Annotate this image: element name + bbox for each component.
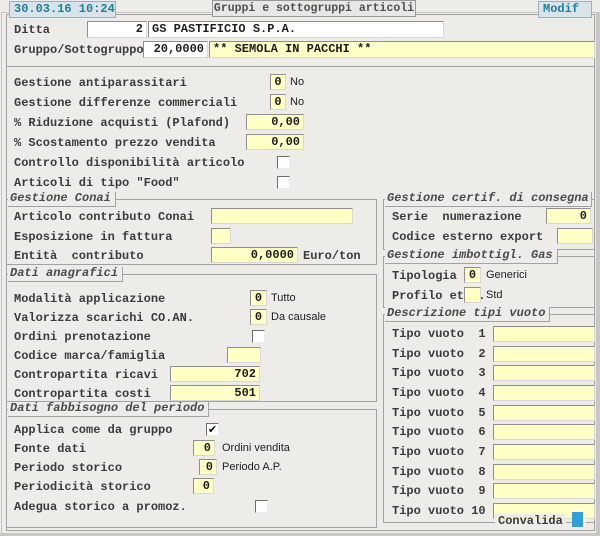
tipo-vuoto-7-field[interactable] <box>493 444 595 460</box>
tipo-vuoto-6-label: Tipo vuoto 6 <box>392 426 486 439</box>
company-code-field[interactable]: 2 <box>87 21 147 38</box>
entita-contributo-unit: Euro/ton <box>303 250 361 263</box>
tipo-vuoto-1-field[interactable] <box>493 326 595 342</box>
controllo-disponibilita-label: Controllo disponibilità articolo <box>14 157 244 170</box>
group-title-imbottigliamento: Gestione imbottigl. Gas <box>385 249 558 264</box>
page-title: Gruppi e sottogruppi articoli <box>212 0 416 17</box>
codice-marca-label: Codice marca/famiglia <box>14 350 165 363</box>
ordini-prenotazione-checkbox[interactable] <box>252 330 265 343</box>
group-title-certificati: Gestione certif. di consegna <box>385 192 592 207</box>
periodo-storico-label: Periodo storico <box>14 462 122 475</box>
modalita-applicazione-field[interactable]: 0 <box>250 290 267 306</box>
valorizza-scarichi-field[interactable]: 0 <box>250 309 267 325</box>
tipo-vuoto-2-label: Tipo vuoto 2 <box>392 348 486 361</box>
text-cursor <box>572 512 583 527</box>
serie-numerazione-field[interactable]: 0 <box>546 208 591 224</box>
scostamento-field[interactable]: 0,00 <box>246 134 304 150</box>
articoli-food-checkbox[interactable] <box>277 176 290 189</box>
periodicita-storico-field[interactable]: 0 <box>193 478 214 494</box>
esposizione-fattura-label: Esposizione in fattura <box>14 231 172 244</box>
articolo-conai-field[interactable] <box>211 208 353 224</box>
entita-contributo-field[interactable]: 0,0000 <box>211 247 298 263</box>
tipo-vuoto-2-field[interactable] <box>493 346 595 362</box>
articolo-conai-label: Articolo contributo Conai <box>14 211 194 224</box>
group-code-field[interactable]: 20,0000 <box>143 41 208 58</box>
tipo-vuoto-4-label: Tipo vuoto 4 <box>392 387 486 400</box>
contropartita-ricavi-field[interactable]: 702 <box>170 366 260 382</box>
tipo-vuoto-3-field[interactable] <box>493 365 595 381</box>
tipo-vuoto-9-label: Tipo vuoto 9 <box>392 485 486 498</box>
tipo-vuoto-3-label: Tipo vuoto 3 <box>392 367 486 380</box>
datetime-display: 30.03.16 10:24 <box>9 1 116 18</box>
codice-marca-field[interactable] <box>227 347 261 363</box>
differenze-field[interactable]: 0 <box>270 94 286 110</box>
periodo-storico-field[interactable]: 0 <box>199 459 217 475</box>
articoli-food-label: Articoli di tipo "Food" <box>14 177 180 190</box>
tipo-vuoto-9-field[interactable] <box>493 483 595 499</box>
contropartita-costi-field[interactable]: 501 <box>170 385 260 401</box>
contropartita-ricavi-label: Contropartita ricavi <box>14 369 158 382</box>
tipo-vuoto-4-field[interactable] <box>493 385 595 401</box>
tipologia-label: Tipologia <box>392 270 457 283</box>
company-name-field[interactable]: GS PASTIFICIO S.P.A. <box>148 21 444 38</box>
valorizza-scarichi-label: Valorizza scarichi CO.AN. <box>14 312 194 325</box>
antiparassitari-value-text: No <box>290 76 304 88</box>
app-window: 30.03.16 10:24 Gruppi e sottogruppi arti… <box>0 0 600 536</box>
profilo-etichetta-field[interactable] <box>464 287 481 303</box>
ordini-prenotazione-label: Ordini prenotazione <box>14 331 151 344</box>
group-title-fabbisogno: Dati fabbisogno del periodo <box>8 402 209 417</box>
esposizione-fattura-field[interactable] <box>211 228 231 244</box>
modalita-applicazione-text: Tutto <box>271 292 296 304</box>
tipologia-field[interactable]: 0 <box>464 267 481 283</box>
tipo-vuoto-5-field[interactable] <box>493 405 595 421</box>
modalita-applicazione-label: Modalità applicazione <box>14 293 165 306</box>
company-label: Ditta <box>14 24 50 37</box>
tipo-vuoto-8-field[interactable] <box>493 464 595 480</box>
riduzione-label: % Riduzione acquisti (Plafond) <box>14 117 230 130</box>
codice-esterno-export-field[interactable] <box>557 228 593 244</box>
group-title-conai: Gestione Conai <box>8 192 116 207</box>
periodo-storico-text: Periodo A.P. <box>222 461 282 473</box>
entita-contributo-label: Entità contributo <box>14 250 144 263</box>
applica-gruppo-checkbox[interactable]: ✔ <box>206 423 219 436</box>
codice-esterno-export-label: Codice esterno export <box>392 231 543 244</box>
tipo-vuoto-8-label: Tipo vuoto 8 <box>392 466 486 479</box>
group-title-anagrafici: Dati anagrafici <box>8 267 123 282</box>
differenze-label: Gestione differenze commerciali <box>14 97 237 110</box>
group-label: Gruppo/Sottogruppo <box>14 44 144 57</box>
fonte-dati-label: Fonte dati <box>14 443 86 456</box>
scostamento-label: % Scostamento prezzo vendita <box>14 137 216 150</box>
mode-indicator: Modif <box>538 1 592 18</box>
text-cursor-tail <box>583 512 586 527</box>
tipo-vuoto-5-label: Tipo vuoto 5 <box>392 407 486 420</box>
adegua-storico-label: Adegua storico a promoz. <box>14 501 187 514</box>
tipo-vuoto-1-label: Tipo vuoto 1 <box>392 328 486 341</box>
fonte-dati-text: Ordini vendita <box>222 442 290 454</box>
antiparassitari-field[interactable]: 0 <box>270 74 286 90</box>
controllo-disponibilita-checkbox[interactable] <box>277 156 290 169</box>
fonte-dati-field[interactable]: 0 <box>193 440 215 456</box>
tipo-vuoto-7-label: Tipo vuoto 7 <box>392 446 486 459</box>
tipo-vuoto-6-field[interactable] <box>493 424 595 440</box>
serie-numerazione-label: Serie numerazione <box>392 211 522 224</box>
contropartita-costi-label: Contropartita costi <box>14 388 151 401</box>
antiparassitari-label: Gestione antiparassitari <box>14 77 187 90</box>
periodicita-storico-label: Periodicità storico <box>14 481 151 494</box>
valorizza-scarichi-text: Da causale <box>271 311 326 323</box>
profilo-etichetta-text: Std <box>486 289 503 301</box>
adegua-storico-checkbox[interactable] <box>255 500 268 513</box>
tipologia-text: Generici <box>486 269 527 281</box>
applica-gruppo-label: Applica come da gruppo <box>14 424 172 437</box>
differenze-value-text: No <box>290 96 304 108</box>
group-title-tipi-vuoto: Descrizione tipi vuoto <box>385 307 550 322</box>
tipo-vuoto-10-label: Tipo vuoto 10 <box>392 505 486 518</box>
convalida-button[interactable]: Convalida <box>495 514 566 528</box>
header-divider <box>7 66 594 67</box>
riduzione-field[interactable]: 0,00 <box>246 114 304 130</box>
group-description-field[interactable]: ** SEMOLA IN PACCHI ** <box>209 41 595 58</box>
